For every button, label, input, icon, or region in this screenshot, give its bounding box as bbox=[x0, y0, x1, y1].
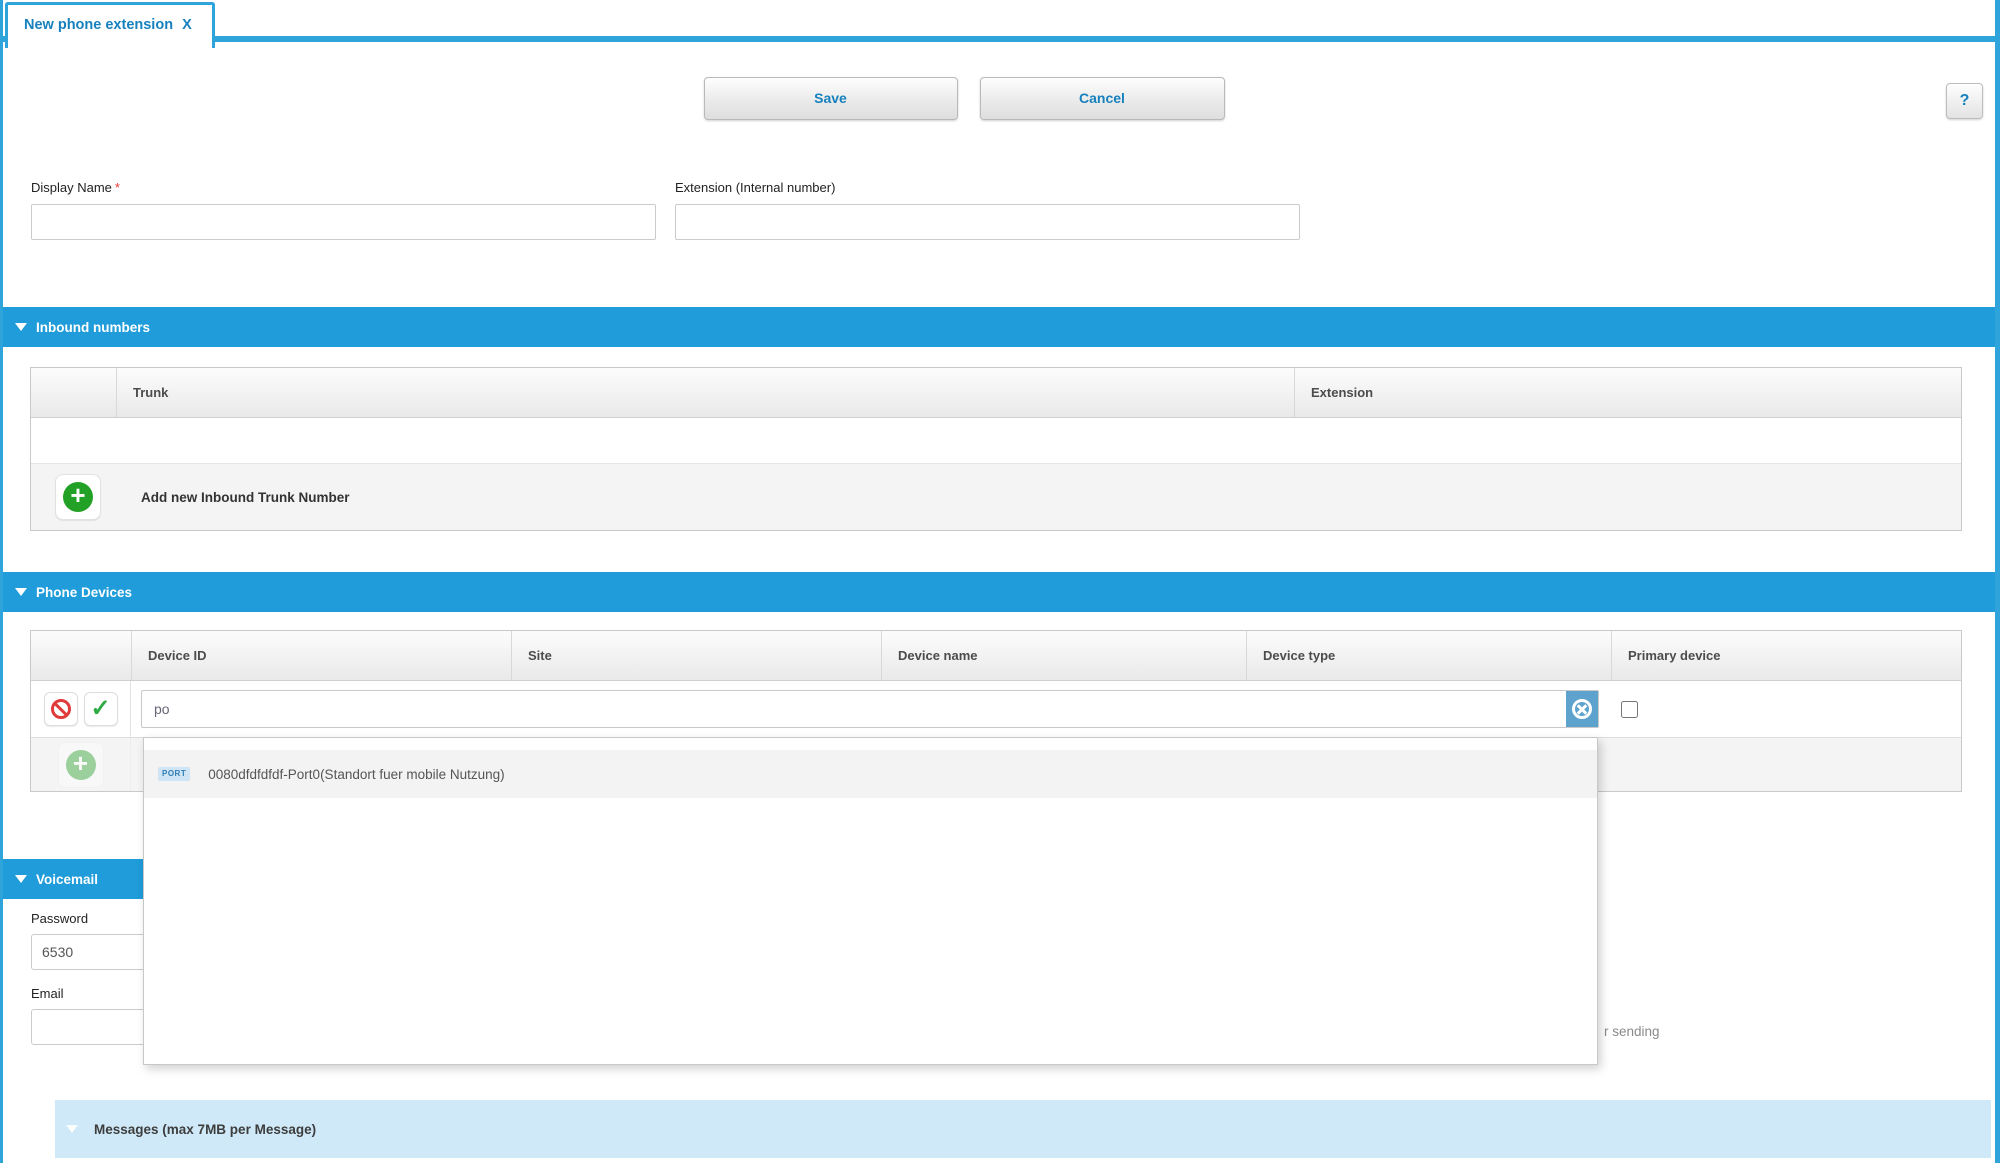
inbound-numbers-header[interactable]: Inbound numbers bbox=[3, 307, 1995, 347]
extension-form: Display Name* Extension (Internal number… bbox=[3, 155, 1995, 240]
toolbar: Save Cancel ? bbox=[3, 42, 1995, 155]
devices-col-site: Site bbox=[511, 631, 881, 680]
inbound-col-trunk: Trunk bbox=[116, 368, 1294, 417]
device-id-input[interactable] bbox=[141, 690, 1599, 728]
inbound-table-header: Trunk Extension bbox=[31, 368, 1961, 418]
extension-label: Extension (Internal number) bbox=[675, 180, 1300, 195]
devices-col-device-type: Device type bbox=[1246, 631, 1611, 680]
add-device-button[interactable]: + bbox=[58, 742, 104, 788]
close-icon[interactable]: X bbox=[182, 17, 192, 33]
circle-x-icon bbox=[1572, 699, 1592, 719]
inbound-empty-row bbox=[31, 418, 1961, 464]
devices-col-empty bbox=[31, 631, 131, 680]
port-badge: PORT bbox=[158, 767, 190, 781]
cancel-icon bbox=[51, 699, 71, 719]
display-name-label-text: Display Name bbox=[31, 180, 112, 195]
confirm-row-button[interactable]: ✓ bbox=[84, 692, 118, 726]
display-name-field: Display Name* bbox=[31, 180, 656, 240]
inbound-numbers-title: Inbound numbers bbox=[36, 320, 150, 335]
devices-col-primary-device: Primary device bbox=[1611, 631, 1961, 680]
phone-devices-header[interactable]: Phone Devices bbox=[3, 572, 1995, 612]
check-icon: ✓ bbox=[90, 697, 110, 721]
messages-title: Messages (max 7MB per Message) bbox=[94, 1122, 316, 1137]
device-edit-row: ✓ PORT 0080dfdfdfdf-Port0(Standort fuer … bbox=[31, 681, 1961, 737]
clear-input-button[interactable] bbox=[1566, 691, 1598, 727]
button-row: Save Cancel bbox=[3, 42, 1925, 120]
display-name-label: Display Name* bbox=[31, 180, 656, 195]
display-name-input[interactable] bbox=[31, 204, 656, 240]
cancel-button[interactable]: Cancel bbox=[980, 77, 1225, 120]
device-id-input-wrap bbox=[141, 690, 1599, 728]
required-asterisk: * bbox=[115, 180, 120, 195]
extension-field: Extension (Internal number) bbox=[675, 180, 1300, 240]
inbound-numbers-table: Trunk Extension + Add new Inbound Trunk … bbox=[30, 367, 1962, 531]
plus-icon: + bbox=[63, 482, 93, 512]
dropdown-item-port0[interactable]: PORT 0080dfdfdfdf-Port0(Standort fuer mo… bbox=[144, 750, 1597, 798]
add-inbound-trunk-button[interactable]: + bbox=[55, 474, 101, 520]
save-button[interactable]: Save bbox=[704, 77, 958, 120]
inbound-col-empty bbox=[31, 368, 116, 417]
new-phone-extension-page: New phone extension X Save Cancel ? Disp… bbox=[0, 0, 2000, 1163]
dropdown-item-label: 0080dfdfdfdf-Port0(Standort fuer mobile … bbox=[208, 767, 504, 782]
chevron-down-icon bbox=[15, 323, 27, 331]
chevron-down-icon bbox=[15, 588, 27, 596]
partial-sending-label: r sending bbox=[1604, 1024, 1660, 1039]
messages-section-header[interactable]: Messages (max 7MB per Message) bbox=[55, 1100, 1991, 1158]
help-button[interactable]: ? bbox=[1946, 83, 1983, 119]
primary-device-checkbox[interactable] bbox=[1621, 701, 1638, 718]
plus-icon: + bbox=[66, 750, 96, 780]
chevron-down-icon bbox=[15, 875, 27, 883]
devices-table-header: Device ID Site Device name Device type P… bbox=[31, 631, 1961, 681]
device-id-dropdown: PORT 0080dfdfdfdf-Port0(Standort fuer mo… bbox=[143, 737, 1598, 1065]
devices-col-device-name: Device name bbox=[881, 631, 1246, 680]
chevron-down-icon bbox=[66, 1125, 78, 1133]
extension-input[interactable] bbox=[675, 204, 1300, 240]
tab-label: New phone extension bbox=[24, 17, 173, 33]
add-inbound-row: + Add new Inbound Trunk Number bbox=[31, 464, 1961, 530]
device-row-controls: ✓ bbox=[31, 681, 131, 737]
tab-new-phone-extension[interactable]: New phone extension X bbox=[5, 2, 215, 48]
add-inbound-trunk-label: Add new Inbound Trunk Number bbox=[141, 490, 350, 505]
voicemail-title: Voicemail bbox=[36, 872, 98, 887]
phone-devices-title: Phone Devices bbox=[36, 585, 132, 600]
phone-devices-table: Device ID Site Device name Device type P… bbox=[30, 630, 1962, 792]
inbound-col-extension: Extension bbox=[1294, 368, 1961, 417]
add-device-controls: + bbox=[31, 738, 131, 791]
tab-bar: New phone extension X bbox=[3, 0, 1995, 42]
cancel-row-button[interactable] bbox=[44, 692, 78, 726]
devices-col-device-id: Device ID bbox=[131, 631, 511, 680]
